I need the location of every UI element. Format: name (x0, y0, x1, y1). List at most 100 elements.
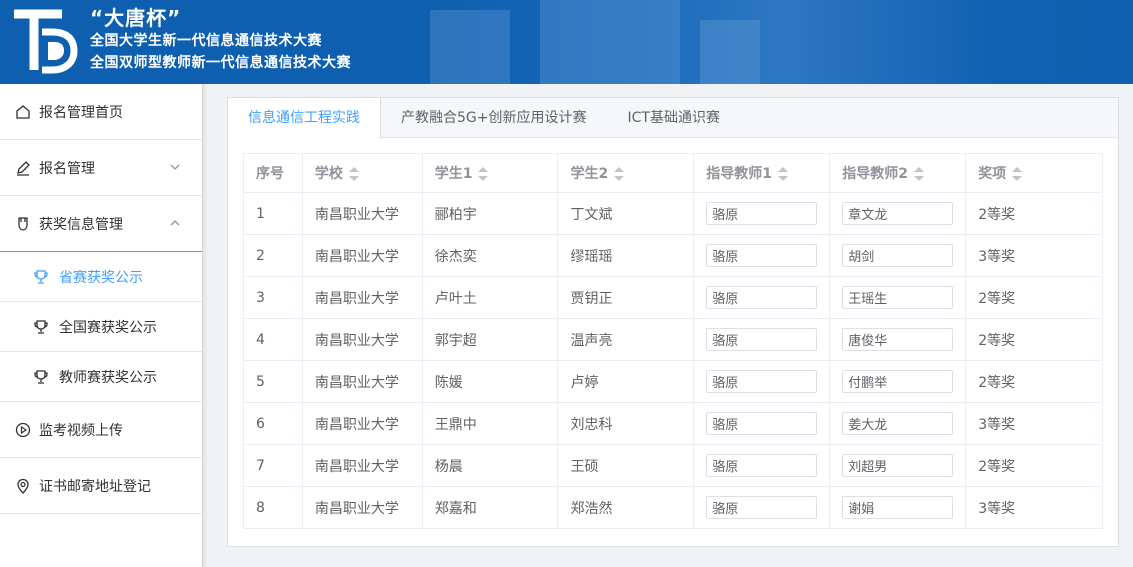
teacher1-input[interactable] (706, 244, 818, 267)
trophy-icon (33, 369, 49, 385)
cell-student2: 缪瑶瑶 (557, 234, 695, 277)
sort-icon[interactable] (913, 167, 924, 181)
sidebar-item-label: 获奖信息管理 (39, 216, 123, 233)
col-header-school[interactable]: 学校 (301, 153, 423, 193)
cell-award: 2等奖 (965, 318, 1103, 361)
sidebar-item-video-upload[interactable]: 监考视频上传 (0, 402, 202, 458)
sidebar-subitem-label: 全国赛获奖公示 (59, 319, 157, 336)
awards-table: 序号 学校 学生1 学生2 指导教师1 指导教师2 奖项 1 南昌职业大学 郦柏宇丁… (243, 153, 1103, 529)
edit-icon (14, 159, 32, 177)
sidebar-subitem-teacher[interactable]: 教师赛获奖公示 (0, 352, 202, 402)
cell-school: 南昌职业大学 (301, 192, 423, 235)
cell-award: 3等奖 (965, 402, 1103, 445)
sidebar-item-label: 证书邮寄地址登记 (39, 478, 151, 495)
teacher2-input[interactable] (842, 370, 954, 393)
sidebar-item-registration[interactable]: 报名管理 (0, 140, 202, 196)
col-header-award[interactable]: 奖项 (965, 153, 1103, 193)
table-header-row: 序号 学校 学生1 学生2 指导教师1 指导教师2 奖项 (243, 153, 1103, 193)
banner-subtitle-1: 全国大学生新一代信息通信技术大赛 (90, 33, 322, 49)
teacher1-input[interactable] (706, 412, 818, 435)
cell-index: 4 (243, 318, 303, 361)
awards-panel: 信息通信工程实践 产教融合5G+创新应用设计赛 ICT基础通识赛 序号 学校 学… (227, 97, 1119, 547)
sidebar-subitem-label: 省赛获奖公示 (59, 269, 143, 286)
cell-school: 南昌职业大学 (301, 402, 423, 445)
col-header-teacher1[interactable]: 指导教师1 (693, 153, 831, 193)
tab-bar: 信息通信工程实践 产教融合5G+创新应用设计赛 ICT基础通识赛 (228, 98, 1118, 139)
cell-student1: 郑嘉和 (421, 486, 559, 529)
banner-title: “大唐杯” (90, 6, 182, 30)
cell-school: 南昌职业大学 (301, 234, 423, 277)
sidebar-item-address[interactable]: 证书邮寄地址登记 (0, 458, 202, 514)
sort-icon[interactable] (614, 167, 625, 181)
sidebar: 报名管理首页 报名管理 获奖信息管理 省赛获奖公示 全国赛获奖公示 教师赛获奖公… (0, 84, 208, 567)
home-icon (14, 103, 32, 121)
table-row: 5南昌职业大学陈媛卢婷 2等奖 (243, 360, 1103, 403)
sidebar-item-label: 报名管理 (39, 160, 95, 177)
teacher2-input[interactable] (842, 244, 954, 267)
teacher2-input[interactable] (842, 286, 954, 309)
cell-award: 2等奖 (965, 444, 1103, 487)
teacher2-input[interactable] (842, 412, 954, 435)
cell-student2: 刘忠科 (557, 402, 695, 445)
cell-teacher2 (829, 486, 967, 529)
table-row: 8南昌职业大学郑嘉和郑浩然 3等奖 (243, 486, 1103, 529)
cell-teacher1 (693, 360, 831, 403)
trophy-icon (33, 319, 49, 335)
col-header-teacher2[interactable]: 指导教师2 (829, 153, 967, 193)
location-icon (14, 477, 32, 495)
sort-icon[interactable] (478, 167, 489, 181)
trophy-icon (33, 269, 49, 285)
col-header-student1[interactable]: 学生1 (421, 153, 559, 193)
banner-decoration (433, 0, 1133, 84)
cell-teacher1 (693, 276, 831, 319)
cell-teacher2 (829, 318, 967, 361)
cell-teacher1 (693, 486, 831, 529)
cell-teacher2 (829, 444, 967, 487)
teacher1-input[interactable] (706, 328, 818, 351)
chevron-up-icon (170, 220, 180, 226)
teacher1-input[interactable] (706, 496, 818, 519)
tab-ict-engineering[interactable]: 信息通信工程实践 (228, 98, 381, 139)
cell-teacher1 (693, 444, 831, 487)
teacher1-input[interactable] (706, 202, 818, 225)
teacher1-input[interactable] (706, 454, 818, 477)
logo-icon (14, 9, 78, 74)
teacher2-input[interactable] (842, 496, 954, 519)
cell-award: 3等奖 (965, 486, 1103, 529)
sidebar-item-awards[interactable]: 获奖信息管理 (0, 196, 202, 252)
banner-titles: “大唐杯” 全国大学生新一代信息通信技术大赛 全国双师型教师新一代信息通信技术大… (90, 6, 351, 74)
col-header-student2[interactable]: 学生2 (557, 153, 695, 193)
cell-student1: 杨晨 (421, 444, 559, 487)
sort-icon[interactable] (778, 167, 788, 181)
banner-subtitle-2: 全国双师型教师新一代信息通信技术大赛 (90, 55, 351, 71)
chevron-down-icon (170, 164, 180, 170)
teacher2-input[interactable] (842, 328, 954, 351)
cell-student2: 郑浩然 (557, 486, 695, 529)
medal-icon (14, 215, 32, 233)
cell-teacher2 (829, 402, 967, 445)
cell-award: 2等奖 (965, 192, 1103, 235)
sidebar-item-home[interactable]: 报名管理首页 (0, 84, 202, 140)
cell-teacher1 (693, 192, 831, 235)
cell-student2: 丁文斌 (557, 192, 695, 235)
table-row: 2南昌职业大学徐杰奕缪瑶瑶 3等奖 (243, 234, 1103, 277)
cell-student1: 陈媛 (421, 360, 559, 403)
sidebar-subitem-provincial[interactable]: 省赛获奖公示 (0, 252, 202, 302)
cell-teacher2 (829, 276, 967, 319)
sort-icon[interactable] (1012, 167, 1023, 181)
cell-index: 5 (243, 360, 303, 403)
cell-index: 6 (243, 402, 303, 445)
col-header-index: 序号 (243, 153, 303, 193)
teacher1-input[interactable] (706, 370, 818, 393)
cell-index: 3 (243, 276, 303, 319)
cell-school: 南昌职业大学 (301, 444, 423, 487)
tab-ict-basics[interactable]: ICT基础通识赛 (608, 98, 741, 138)
cell-school: 南昌职业大学 (301, 360, 423, 403)
sidebar-subitem-national[interactable]: 全国赛获奖公示 (0, 302, 202, 352)
cell-student1: 王鼎中 (421, 402, 559, 445)
sort-icon[interactable] (348, 167, 359, 181)
teacher2-input[interactable] (842, 202, 954, 225)
tab-5g-innovation[interactable]: 产教融合5G+创新应用设计赛 (381, 98, 608, 138)
teacher2-input[interactable] (842, 454, 954, 477)
teacher1-input[interactable] (706, 286, 818, 309)
